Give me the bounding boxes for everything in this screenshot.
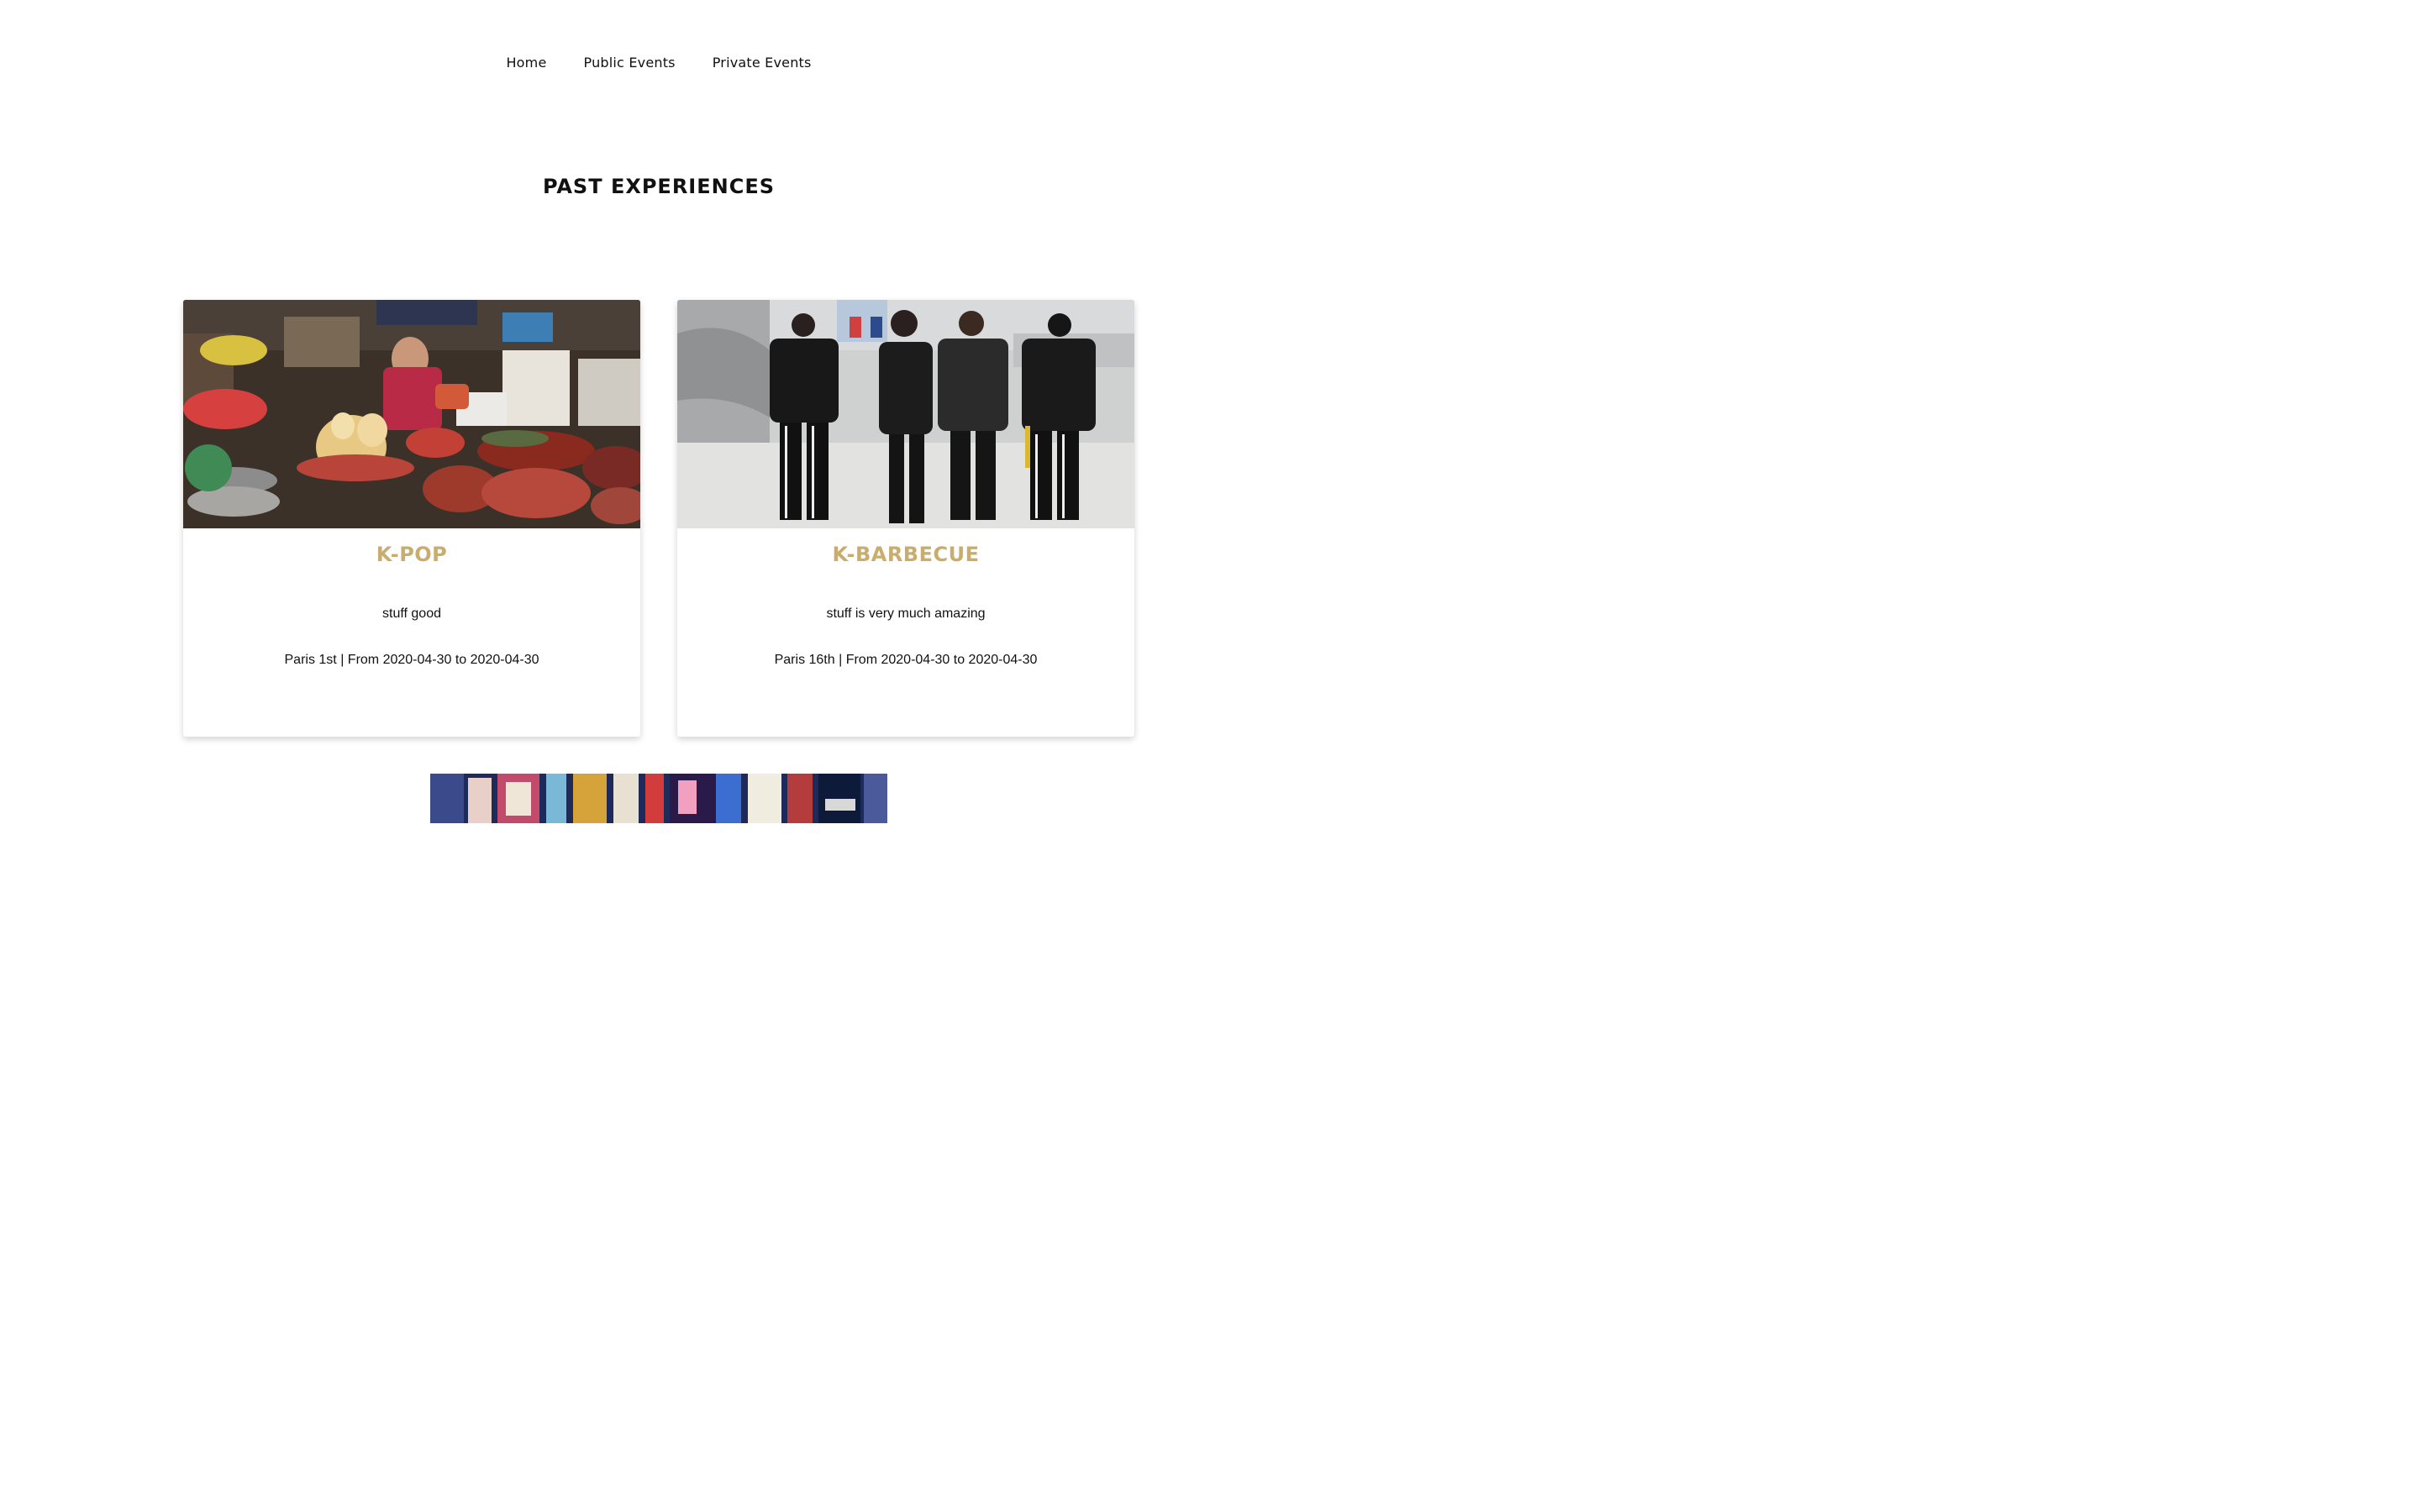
nav-public-events-link[interactable]: Public Events bbox=[584, 54, 676, 72]
experience-card-kbarbecue[interactable]: K-BARBECUE stuff is very much amazing Pa… bbox=[677, 300, 1134, 737]
card-location-dates: Paris 1st | From 2020-04-30 to 2020-04-3… bbox=[284, 653, 539, 667]
card-description: stuff good bbox=[382, 606, 441, 621]
experience-card-kpop[interactable]: K-POP stuff good Paris 1st | From 2020-0… bbox=[183, 300, 640, 737]
card-location-dates: Paris 16th | From 2020-04-30 to 2020-04-… bbox=[774, 653, 1038, 667]
card-title: K-POP bbox=[376, 543, 448, 566]
nav-private-events-link[interactable]: Private Events bbox=[713, 54, 812, 72]
card-description: stuff is very much amazing bbox=[826, 606, 986, 621]
experience-card-3[interactable] bbox=[430, 774, 887, 823]
street-fashion-group-photo bbox=[677, 300, 1134, 528]
main-nav: Home Public Events Private Events bbox=[0, 54, 1318, 72]
neon-street-signs-photo bbox=[430, 774, 887, 823]
nav-home-link[interactable]: Home bbox=[506, 54, 546, 72]
page-title: PAST EXPERIENCES bbox=[542, 175, 776, 198]
market-vendor-photo bbox=[183, 300, 640, 528]
card-title: K-BARBECUE bbox=[832, 543, 980, 566]
